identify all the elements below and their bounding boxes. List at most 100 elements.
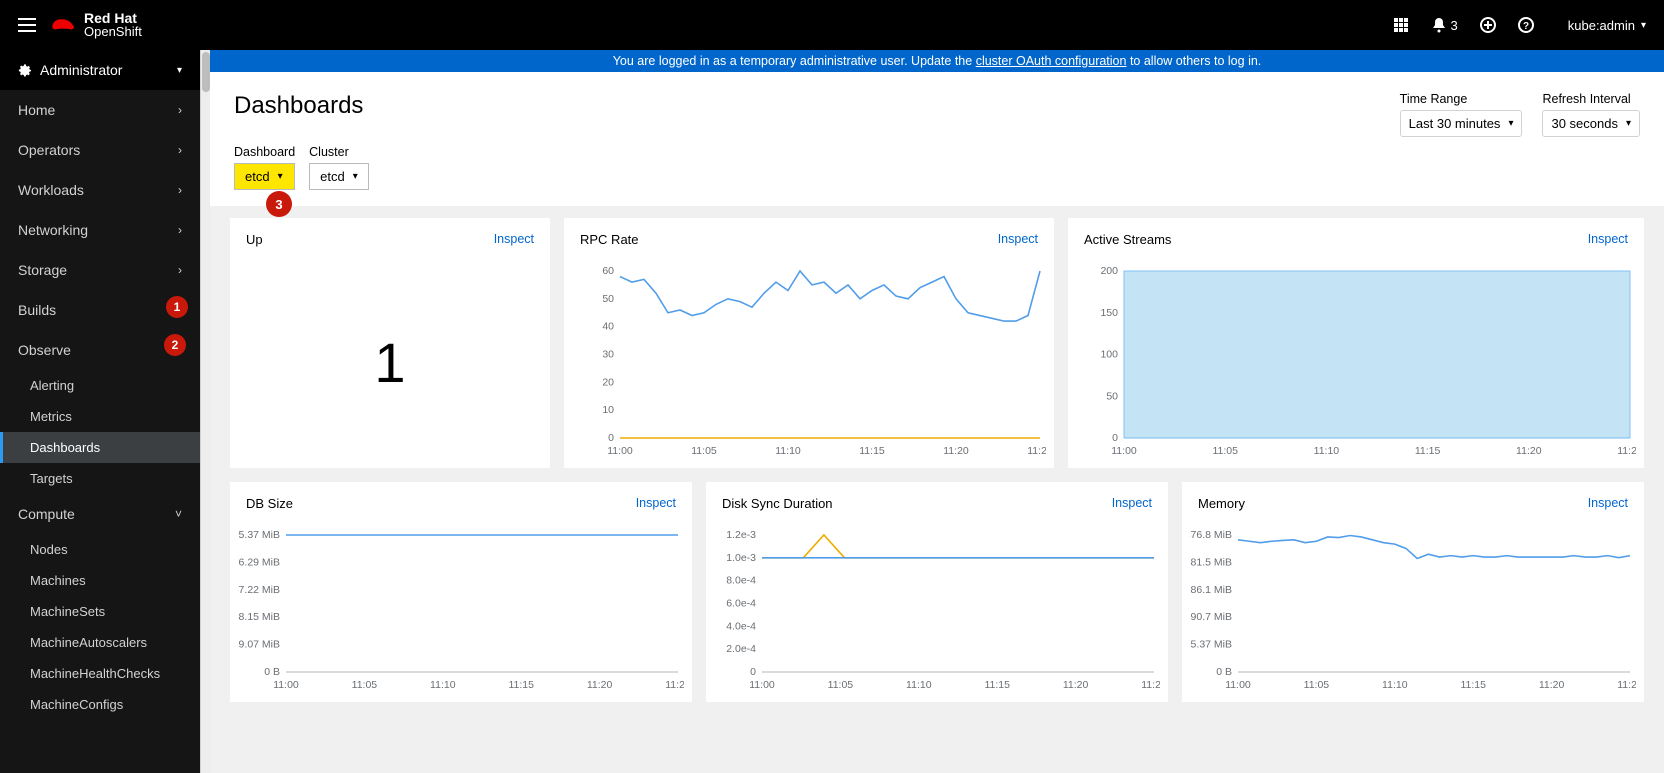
annotation-badge-3: 3 xyxy=(266,191,292,217)
svg-text:11:10: 11:10 xyxy=(906,679,932,691)
brand-line1: Red Hat xyxy=(84,11,142,25)
svg-text:11:05: 11:05 xyxy=(1304,679,1330,691)
svg-text:11:10: 11:10 xyxy=(1382,679,1408,691)
banner-pre: You are logged in as a temporary adminis… xyxy=(613,54,976,68)
svg-text:11:20: 11:20 xyxy=(1063,679,1089,691)
panel-disk-sync: Disk Sync Duration Inspect 02.0e-44.0e-4… xyxy=(706,482,1168,702)
svg-text:190.7 MiB: 190.7 MiB xyxy=(1190,611,1232,623)
panel-disk-title: Disk Sync Duration xyxy=(722,496,833,511)
sidebar-item-compute[interactable]: Compute ˅ xyxy=(0,494,200,534)
svg-text:76.29 MiB: 76.29 MiB xyxy=(238,556,280,568)
notifications-icon[interactable]: 3 xyxy=(1431,17,1458,33)
svg-text:0: 0 xyxy=(1112,432,1118,444)
inspect-link[interactable]: Inspect xyxy=(998,232,1038,247)
cluster-filter-select[interactable]: etcd ▾ xyxy=(309,163,369,190)
svg-text:11:10: 11:10 xyxy=(775,445,801,457)
panel-rpc-title: RPC Rate xyxy=(580,232,639,247)
gear-icon xyxy=(18,63,32,77)
banner-link[interactable]: cluster OAuth configuration xyxy=(976,54,1127,68)
panel-up: Up Inspect 1 xyxy=(230,218,550,468)
panel-up-title: Up xyxy=(246,232,263,247)
sidebar-link-machinesets[interactable]: MachineSets xyxy=(0,596,200,627)
sidebar: Administrator ▾ Home›Operators›Workloads… xyxy=(0,50,200,773)
caret-down-icon: ▾ xyxy=(1626,118,1631,129)
svg-text:150: 150 xyxy=(1100,307,1118,319)
svg-text:11:25: 11:25 xyxy=(1141,679,1160,691)
sidebar-item-label: Storage xyxy=(18,262,67,278)
svg-text:11:15: 11:15 xyxy=(1460,679,1486,691)
panel-db-size: DB Size Inspect 0 B19.07 MiB38.15 MiB57.… xyxy=(230,482,692,702)
perspective-switcher[interactable]: Administrator ▾ xyxy=(0,50,200,90)
sidebar-item-label: Observe xyxy=(18,342,71,358)
sidebar-item-networking[interactable]: Networking › xyxy=(0,210,200,250)
svg-text:0 B: 0 B xyxy=(264,666,280,678)
panel-active-title: Active Streams xyxy=(1084,232,1171,247)
inspect-link[interactable]: Inspect xyxy=(1112,496,1152,511)
svg-text:100: 100 xyxy=(1100,349,1118,361)
inspect-link[interactable]: Inspect xyxy=(1588,232,1628,247)
time-range-label: Time Range xyxy=(1400,92,1523,106)
svg-text:11:15: 11:15 xyxy=(1415,445,1441,457)
svg-text:11:25: 11:25 xyxy=(1617,445,1636,457)
main: You are logged in as a temporary adminis… xyxy=(200,50,1664,773)
sidebar-link-nodes[interactable]: Nodes xyxy=(0,534,200,565)
help-icon[interactable]: ? xyxy=(1518,17,1534,33)
sidebar-link-metrics[interactable]: Metrics xyxy=(0,401,200,432)
brand-logo[interactable]: Red Hat OpenShift xyxy=(50,11,142,39)
cluster-filter-value: etcd xyxy=(320,169,345,184)
chevron-down-icon: ˅ xyxy=(175,507,182,521)
banner-post: to allow others to log in. xyxy=(1126,54,1261,68)
app-launcher-icon[interactable] xyxy=(1393,17,1409,33)
time-range-select[interactable]: Last 30 minutes ▾ xyxy=(1400,110,1523,137)
svg-text:11:05: 11:05 xyxy=(1212,445,1238,457)
sidebar-item-label: Builds xyxy=(18,302,56,318)
sidebar-link-machineconfigs[interactable]: MachineConfigs xyxy=(0,689,200,720)
sidebar-item-label: Workloads xyxy=(18,182,84,198)
sidebar-link-machines[interactable]: Machines xyxy=(0,565,200,596)
add-icon[interactable] xyxy=(1480,17,1496,33)
svg-text:60: 60 xyxy=(602,265,614,277)
sidebar-link-dashboards[interactable]: Dashboards xyxy=(0,432,200,463)
svg-text:11:20: 11:20 xyxy=(943,445,969,457)
sidebar-link-machinehealthchecks[interactable]: MachineHealthChecks xyxy=(0,658,200,689)
caret-down-icon: ▾ xyxy=(177,65,182,76)
svg-text:11:20: 11:20 xyxy=(1516,445,1542,457)
svg-text:11:15: 11:15 xyxy=(508,679,534,691)
notification-count: 3 xyxy=(1451,18,1458,33)
scrollbar[interactable] xyxy=(200,50,210,773)
svg-text:11:15: 11:15 xyxy=(859,445,885,457)
svg-text:1.0e-3: 1.0e-3 xyxy=(726,552,756,564)
svg-text:0: 0 xyxy=(608,432,614,444)
svg-text:11:10: 11:10 xyxy=(430,679,456,691)
topbar: Red Hat OpenShift 3 ? kube:admin ▾ xyxy=(0,0,1664,50)
inspect-link[interactable]: Inspect xyxy=(1588,496,1628,511)
sidebar-item-operators[interactable]: Operators› xyxy=(0,130,200,170)
chevron-right-icon: › xyxy=(178,223,182,237)
sidebar-link-machineautoscalers[interactable]: MachineAutoscalers xyxy=(0,627,200,658)
sidebar-item-workloads[interactable]: Workloads› xyxy=(0,170,200,210)
panel-db-title: DB Size xyxy=(246,496,293,511)
sidebar-item-label: Compute xyxy=(18,506,75,522)
sidebar-item-label: Networking xyxy=(18,222,88,238)
caret-down-icon: ▾ xyxy=(1641,20,1646,31)
panel-up-value: 1 xyxy=(374,330,405,395)
refresh-interval-select[interactable]: 30 seconds ▾ xyxy=(1542,110,1640,137)
inspect-link[interactable]: Inspect xyxy=(494,232,534,247)
refresh-interval-label: Refresh Interval xyxy=(1542,92,1640,106)
user-menu[interactable]: kube:admin ▾ xyxy=(1568,18,1646,33)
inspect-link[interactable]: Inspect xyxy=(636,496,676,511)
svg-text:50: 50 xyxy=(1106,390,1118,402)
sidebar-link-alerting[interactable]: Alerting xyxy=(0,370,200,401)
sidebar-item-home[interactable]: Home› xyxy=(0,90,200,130)
sidebar-link-targets[interactable]: Targets xyxy=(0,463,200,494)
svg-text:11:10: 11:10 xyxy=(1314,445,1340,457)
annotation-badge-2: 2 xyxy=(164,334,186,356)
perspective-label: Administrator xyxy=(40,62,122,78)
chevron-right-icon: › xyxy=(178,103,182,117)
dashboard-filter-select[interactable]: etcd ▾ xyxy=(234,163,295,190)
annotation-badge-1: 1 xyxy=(166,296,188,318)
svg-text:11:05: 11:05 xyxy=(352,679,378,691)
redhat-hat-icon xyxy=(50,15,76,35)
sidebar-item-storage[interactable]: Storage› xyxy=(0,250,200,290)
nav-toggle-button[interactable] xyxy=(18,18,36,32)
